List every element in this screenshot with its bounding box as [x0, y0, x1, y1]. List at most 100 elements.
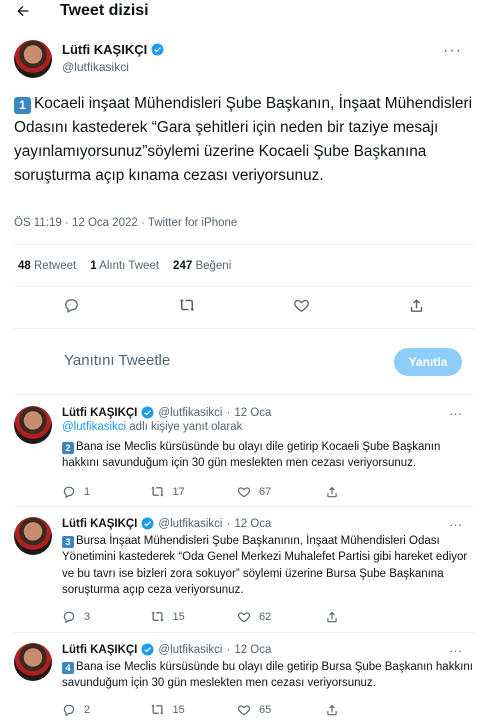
retweet-button[interactable]: 15: [150, 702, 238, 717]
number-badge: 3: [62, 536, 74, 548]
reply-submit-button[interactable]: Yanıtla: [394, 348, 462, 376]
retweet-button[interactable]: [178, 296, 196, 314]
verified-badge-icon: [141, 406, 154, 419]
replying-handle-link[interactable]: @lutfikasikci: [62, 421, 126, 433]
tweet-stats: 48 Retweet 1 Alıntı Tweet 247 Beğeni: [18, 260, 231, 272]
author-name[interactable]: Lütfi KAŞIKÇI: [62, 407, 137, 419]
reply-button[interactable]: 1: [62, 484, 150, 499]
heart-icon: [237, 486, 251, 497]
reply-tweet[interactable]: Lütfi KAŞIKÇI @lutfikasikci · 12 Oca ···…: [14, 406, 474, 506]
reply-actions: 3 15 62: [62, 609, 412, 624]
heart-icon: [294, 299, 309, 312]
like-button[interactable]: 65: [237, 702, 325, 717]
reply-button[interactable]: 2: [62, 702, 150, 717]
like-button[interactable]: [293, 296, 311, 314]
reply-count: 2: [84, 703, 91, 716]
reply-header: Lütfi KAŞIKÇI @lutfikasikci · 12 Oca: [62, 643, 271, 656]
more-options-icon[interactable]: ···: [449, 643, 462, 658]
like-count: 67: [259, 485, 272, 498]
reply-count: 1: [84, 485, 91, 498]
share-button[interactable]: [325, 702, 413, 717]
top-bar: Tweet dizisi: [0, 0, 488, 26]
author-name-row[interactable]: Lütfi KAŞIKÇI: [62, 42, 164, 57]
share-icon: [326, 611, 337, 622]
retweet-button[interactable]: 15: [150, 609, 238, 624]
reply-icon: [65, 298, 78, 313]
main-tweet-text: 1 Kocaeli inşaat Mühendisleri Şube Başkan…: [14, 92, 474, 188]
reply-tweet[interactable]: Lütfi KAŞIKÇI @lutfikasikci · 12 Oca ···…: [14, 517, 474, 629]
reply-actions: 2 15 65: [62, 702, 412, 717]
tweet-body: Kocaeli inşaat Mühendisleri Şube Başkanı…: [14, 95, 473, 184]
quote-count[interactable]: 1 Alıntı Tweet: [90, 260, 159, 272]
reply-count: 3: [84, 610, 91, 623]
retweet-icon: [150, 704, 164, 715]
avatar[interactable]: [14, 517, 52, 555]
avatar[interactable]: [14, 406, 52, 444]
like-count: 65: [259, 703, 272, 716]
main-tweet-author: Lütfi KAŞIKÇI @lutfikasikci ···: [14, 38, 474, 86]
author-name: Lütfi KAŞIKÇI: [62, 42, 148, 57]
reply-icon: [63, 611, 75, 623]
verified-badge-icon: [141, 643, 154, 656]
divider: [14, 286, 474, 287]
author-name[interactable]: Lütfi KAŞIKÇI: [62, 518, 137, 530]
like-count: 62: [259, 610, 272, 623]
author-handle[interactable]: @lutfikasikci: [158, 644, 222, 656]
retweet-icon: [150, 486, 164, 497]
reply-input[interactable]: Yanıtını Tweetle: [64, 352, 170, 369]
reply-button[interactable]: [63, 296, 81, 314]
tweet-date[interactable]: 12 Oca: [234, 407, 271, 419]
author-handle[interactable]: @lutfikasikci: [62, 60, 129, 74]
avatar[interactable]: [14, 40, 52, 78]
separator-dot: ·: [226, 517, 231, 530]
more-options-icon[interactable]: ···: [449, 517, 462, 532]
retweet-icon: [150, 611, 164, 622]
reply-icon: [63, 486, 75, 498]
tweet-meta[interactable]: ÖS 11:19 · 12 Oca 2022 · Twitter for iPh…: [14, 217, 237, 229]
retweet-icon: [179, 299, 194, 311]
share-icon: [326, 704, 337, 715]
share-button[interactable]: [325, 609, 413, 624]
page-title: Tweet dizisi: [60, 2, 149, 19]
reply-icon: [63, 704, 75, 716]
reply-header: Lütfi KAŞIKÇI @lutfikasikci · 12 Oca: [62, 406, 271, 419]
back-button[interactable]: [12, 0, 34, 22]
more-options-icon[interactable]: ···: [443, 42, 462, 60]
reply-actions: 1 17 67: [62, 484, 412, 499]
reply-text: 3 Bursa İnşaat Mühendisleri Şube Başkanın…: [62, 535, 468, 597]
divider: [14, 394, 474, 395]
reply-header: Lütfi KAŞIKÇI @lutfikasikci · 12 Oca: [62, 517, 271, 530]
separator-dot: ·: [226, 406, 231, 419]
heart-icon: [237, 704, 251, 715]
more-options-icon[interactable]: ···: [449, 406, 462, 421]
share-button[interactable]: [325, 484, 413, 499]
share-button[interactable]: [408, 296, 426, 314]
divider: [14, 328, 474, 329]
retweet-count: 15: [172, 610, 185, 623]
verified-badge-icon: [151, 43, 164, 56]
reply-tweet[interactable]: Lütfi KAŞIKÇI @lutfikasikci · 12 Oca ···…: [14, 643, 474, 723]
like-count[interactable]: 247 Beğeni: [173, 260, 231, 272]
retweet-count[interactable]: 48 Retweet: [18, 260, 76, 272]
author-handle[interactable]: @lutfikasikci: [158, 407, 222, 419]
share-icon: [326, 486, 337, 497]
tweet-date[interactable]: 12 Oca: [234, 644, 271, 656]
tweet-date[interactable]: 12 Oca: [234, 518, 271, 530]
avatar[interactable]: [14, 643, 52, 681]
divider: [14, 632, 474, 633]
replying-to: @lutfikasikci adlı kişiye yanıt olarak: [62, 421, 243, 433]
heart-icon: [237, 611, 251, 622]
reply-composer: Yanıtını Tweetle Yanıtla: [14, 340, 474, 386]
separator-dot: ·: [226, 643, 231, 656]
author-name[interactable]: Lütfi KAŞIKÇI: [62, 644, 137, 656]
divider: [14, 506, 474, 507]
author-handle[interactable]: @lutfikasikci: [158, 518, 222, 530]
reply-button[interactable]: 3: [62, 609, 150, 624]
retweet-button[interactable]: 17: [150, 484, 238, 499]
retweet-count: 15: [172, 703, 185, 716]
verified-badge-icon: [141, 517, 154, 530]
like-button[interactable]: 62: [237, 609, 325, 624]
retweet-count: 17: [172, 485, 185, 498]
like-button[interactable]: 67: [237, 484, 325, 499]
reply-text: 2 Bana ise Meclis kürsüsünde bu olayı dil…: [62, 441, 441, 470]
